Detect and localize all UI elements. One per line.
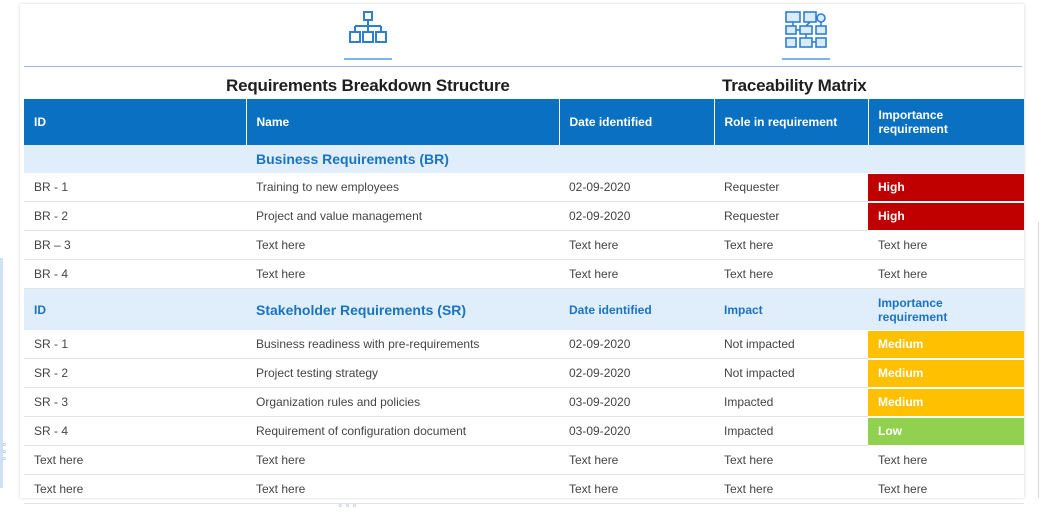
br-section-spacer (24, 145, 246, 173)
bottom-dots-decoration: ∘∘∘ (337, 501, 359, 512)
table-row: SR - 2 Project testing strategy 02-09-2020… (24, 358, 1024, 388)
row-date: 02-09-2020 (559, 358, 714, 388)
importance-badge: High (868, 202, 1024, 230)
br-section-spacer (714, 145, 868, 173)
header-divider (24, 66, 1022, 67)
row-role: Impacted (714, 387, 868, 417)
row-date: Text here (559, 474, 714, 504)
row-name: Project and value management (246, 201, 559, 231)
table-row: BR - 1 Training to new employees 02-09-202… (24, 173, 1024, 202)
row-importance: Medium (868, 330, 1024, 359)
row-date: Text here (559, 259, 714, 289)
row-importance: High (868, 201, 1024, 231)
requirements-table: ID Name Date identified Role in requirem… (24, 99, 1024, 504)
sr-section-date: Date identified (559, 288, 714, 330)
table-row: Text here Text here Text here Text here Text… (24, 474, 1024, 504)
icon-underline (782, 58, 830, 60)
row-date: 03-09-2020 (559, 416, 714, 446)
row-importance: Text here (868, 230, 1024, 260)
col-header-role: Role in requirement (714, 99, 869, 145)
right-side-line (1038, 222, 1039, 498)
table-body: Business Requirements (BR) BR - 1 Trainin… (24, 145, 1024, 504)
row-role: Text here (714, 230, 868, 260)
row-name: Text here (246, 445, 559, 475)
row-role: Text here (714, 259, 868, 289)
col-header-name: Name (246, 99, 560, 145)
row-date: 03-09-2020 (559, 387, 714, 417)
importance-badge: High (868, 173, 1024, 201)
traceability-heading: Traceability Matrix (722, 76, 867, 95)
row-id: BR - 4 (24, 259, 246, 289)
br-section-spacer (559, 145, 714, 173)
br-section-title: Business Requirements (BR) (246, 145, 559, 173)
row-importance: Medium (868, 387, 1024, 417)
hierarchy-icon (349, 11, 387, 43)
slide-frame: Requirements Breakdown Structure Traceab… (20, 4, 1024, 504)
row-importance: Text here (868, 445, 1024, 475)
table-header-row: ID Name Date identified Role in requirem… (24, 99, 1024, 145)
table-row: BR - 2 Project and value management 02-09-… (24, 201, 1024, 231)
row-id: Text here (24, 445, 246, 475)
row-name: Requirement of configuration document (246, 416, 559, 446)
table-row: BR - 4 Text here Text here Text here Text he… (24, 259, 1024, 289)
sr-section-impact: Impact (714, 288, 868, 330)
sr-section-row: ID Stakeholder Requirements (SR) Date id… (24, 288, 1024, 330)
importance-badge: Medium (868, 388, 1024, 416)
rbs-heading: Requirements Breakdown Structure (226, 76, 510, 95)
row-importance: Low (868, 416, 1024, 446)
table-row: Text here Text here Text here Text here Text… (24, 445, 1024, 475)
row-name: Training to new employees (246, 173, 559, 202)
row-id: BR - 2 (24, 201, 246, 231)
row-role: Requester (714, 201, 868, 231)
row-date: 02-09-2020 (559, 330, 714, 359)
importance-badge: Medium (868, 359, 1024, 387)
row-name: Text here (246, 474, 559, 504)
row-name: Organization rules and policies (246, 387, 559, 417)
table-row: BR – 3 Text here Text here Text here Text he… (24, 230, 1024, 260)
row-role: Text here (714, 474, 868, 504)
table-row: SR - 1 Business readiness with pre-requir… (24, 330, 1024, 359)
col-header-importance: Importance requirement (868, 99, 1024, 145)
row-name: Text here (246, 259, 559, 289)
sr-section-importance: Importance requirement (868, 288, 1024, 330)
row-date: Text here (559, 445, 714, 475)
importance-badge: Medium (868, 330, 1024, 358)
row-id: SR - 3 (24, 387, 246, 417)
table-row: SR - 4 Requirement of configuration docum… (24, 416, 1024, 446)
row-id: Text here (24, 474, 246, 504)
row-id: SR - 4 (24, 416, 246, 446)
row-date: 02-09-2020 (559, 201, 714, 231)
row-importance: High (868, 173, 1024, 202)
traceability-icon-wrap (776, 10, 836, 60)
row-role: Requester (714, 173, 868, 202)
row-id: SR - 2 (24, 358, 246, 388)
br-section-row: Business Requirements (BR) (24, 145, 1024, 173)
br-section-spacer (868, 145, 1024, 173)
row-name: Text here (246, 230, 559, 260)
row-role: Not impacted (714, 358, 868, 388)
row-name: Business readiness with pre-requirements (246, 330, 559, 359)
row-importance: Text here (868, 259, 1024, 289)
row-role: Text here (714, 445, 868, 475)
row-id: SR - 1 (24, 330, 246, 359)
hierarchy-icon-wrap (338, 10, 398, 60)
row-role: Impacted (714, 416, 868, 446)
row-id: BR – 3 (24, 230, 246, 260)
row-id: BR - 1 (24, 173, 246, 202)
importance-badge: Low (868, 417, 1024, 445)
row-importance: Medium (868, 358, 1024, 388)
col-header-date: Date identified (559, 99, 715, 145)
row-importance: Text here (868, 474, 1024, 504)
row-name: Project testing strategy (246, 358, 559, 388)
col-header-id: ID (24, 99, 247, 145)
row-role: Not impacted (714, 330, 868, 359)
icon-underline (344, 58, 392, 60)
side-dots-decoration: ∘ ∘ ∘ (1, 440, 8, 465)
row-date: 02-09-2020 (559, 173, 714, 202)
sr-section-id: ID (24, 288, 246, 330)
traceability-network-icon (785, 11, 827, 48)
sr-section-title: Stakeholder Requirements (SR) (246, 288, 559, 330)
table-row: SR - 3 Organization rules and policies 03-… (24, 387, 1024, 417)
row-date: Text here (559, 230, 714, 260)
